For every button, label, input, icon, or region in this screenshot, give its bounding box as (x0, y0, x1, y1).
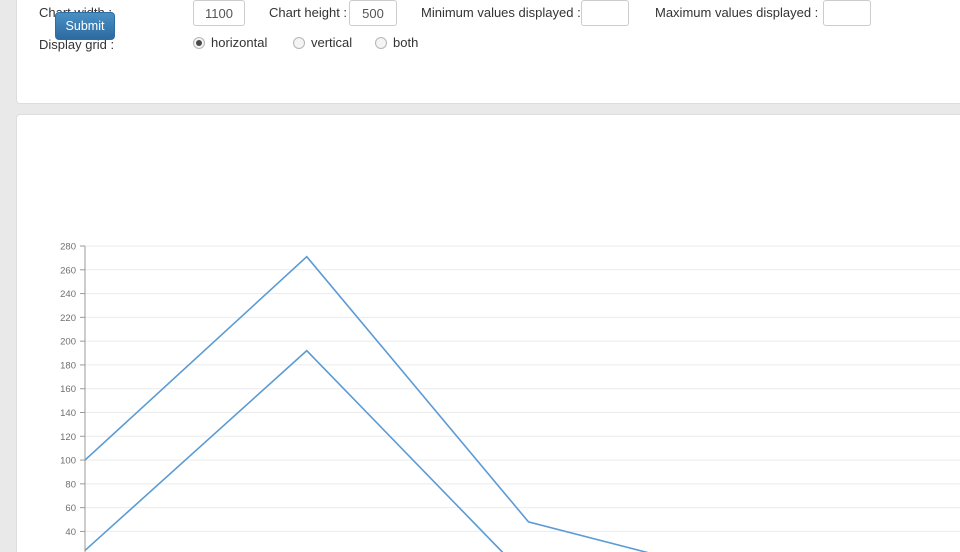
y-axis-tick-label: 80 (65, 479, 76, 490)
y-axis-tick-label: 240 (60, 289, 76, 300)
chart-y-axis: 020406080100120140160180200220240260280 (60, 242, 76, 552)
radio-both-icon[interactable] (375, 37, 387, 49)
page-root: Chart width : Chart height : Minimum val… (0, 0, 960, 552)
grid-option-vertical-label: vertical (311, 35, 353, 50)
max-values-input[interactable] (823, 0, 871, 26)
chart-axes (80, 245, 86, 552)
series-line (84, 349, 504, 552)
chart-height-input[interactable] (349, 0, 397, 26)
min-values-label: Minimum values displayed : (421, 5, 581, 20)
chart-options-panel: Chart width : Chart height : Minimum val… (16, 0, 960, 104)
grid-option-horizontal-label: horizontal (211, 35, 268, 50)
chart-height-label: Chart height : (269, 5, 348, 20)
max-values-label: Maximum values displayed : (655, 5, 819, 20)
chart-width-input[interactable] (193, 0, 245, 26)
y-axis-tick-label: 100 (60, 456, 76, 467)
y-axis-tick-label: 220 (60, 313, 76, 324)
y-axis-tick-label: 140 (60, 408, 76, 419)
chart-gridlines (85, 245, 960, 532)
grid-option-horizontal[interactable]: horizontal (193, 34, 267, 52)
grid-option-both-label: both (393, 35, 419, 50)
radio-horizontal-icon[interactable] (193, 37, 205, 49)
line-chart: 020406080100120140160180200220240260280 … (17, 115, 960, 552)
chart-panel: 020406080100120140160180200220240260280 … (16, 114, 960, 552)
y-axis-tick-label: 160 (60, 384, 76, 395)
y-axis-tick-label: 60 (65, 503, 76, 514)
form-row-dimensions: Chart width : Chart height : Minimum val… (17, 0, 960, 30)
min-values-input[interactable] (581, 0, 629, 26)
grid-option-both[interactable]: both (375, 34, 418, 52)
y-axis-tick-label: 120 (60, 432, 76, 443)
chart-svg: 020406080100120140160180200220240260280 … (60, 242, 960, 552)
radio-vertical-icon[interactable] (293, 37, 305, 49)
y-axis-tick-label: 40 (65, 527, 76, 538)
grid-option-vertical[interactable]: vertical (293, 34, 352, 52)
y-axis-tick-label: 260 (60, 265, 76, 276)
y-axis-tick-label: 280 (60, 242, 76, 253)
y-axis-tick-label: 200 (60, 337, 76, 348)
y-axis-tick-label: 180 (60, 360, 76, 371)
form-row-grid: Display grid : horizontal vertical both (17, 34, 960, 58)
submit-button[interactable]: Submit (55, 12, 115, 40)
